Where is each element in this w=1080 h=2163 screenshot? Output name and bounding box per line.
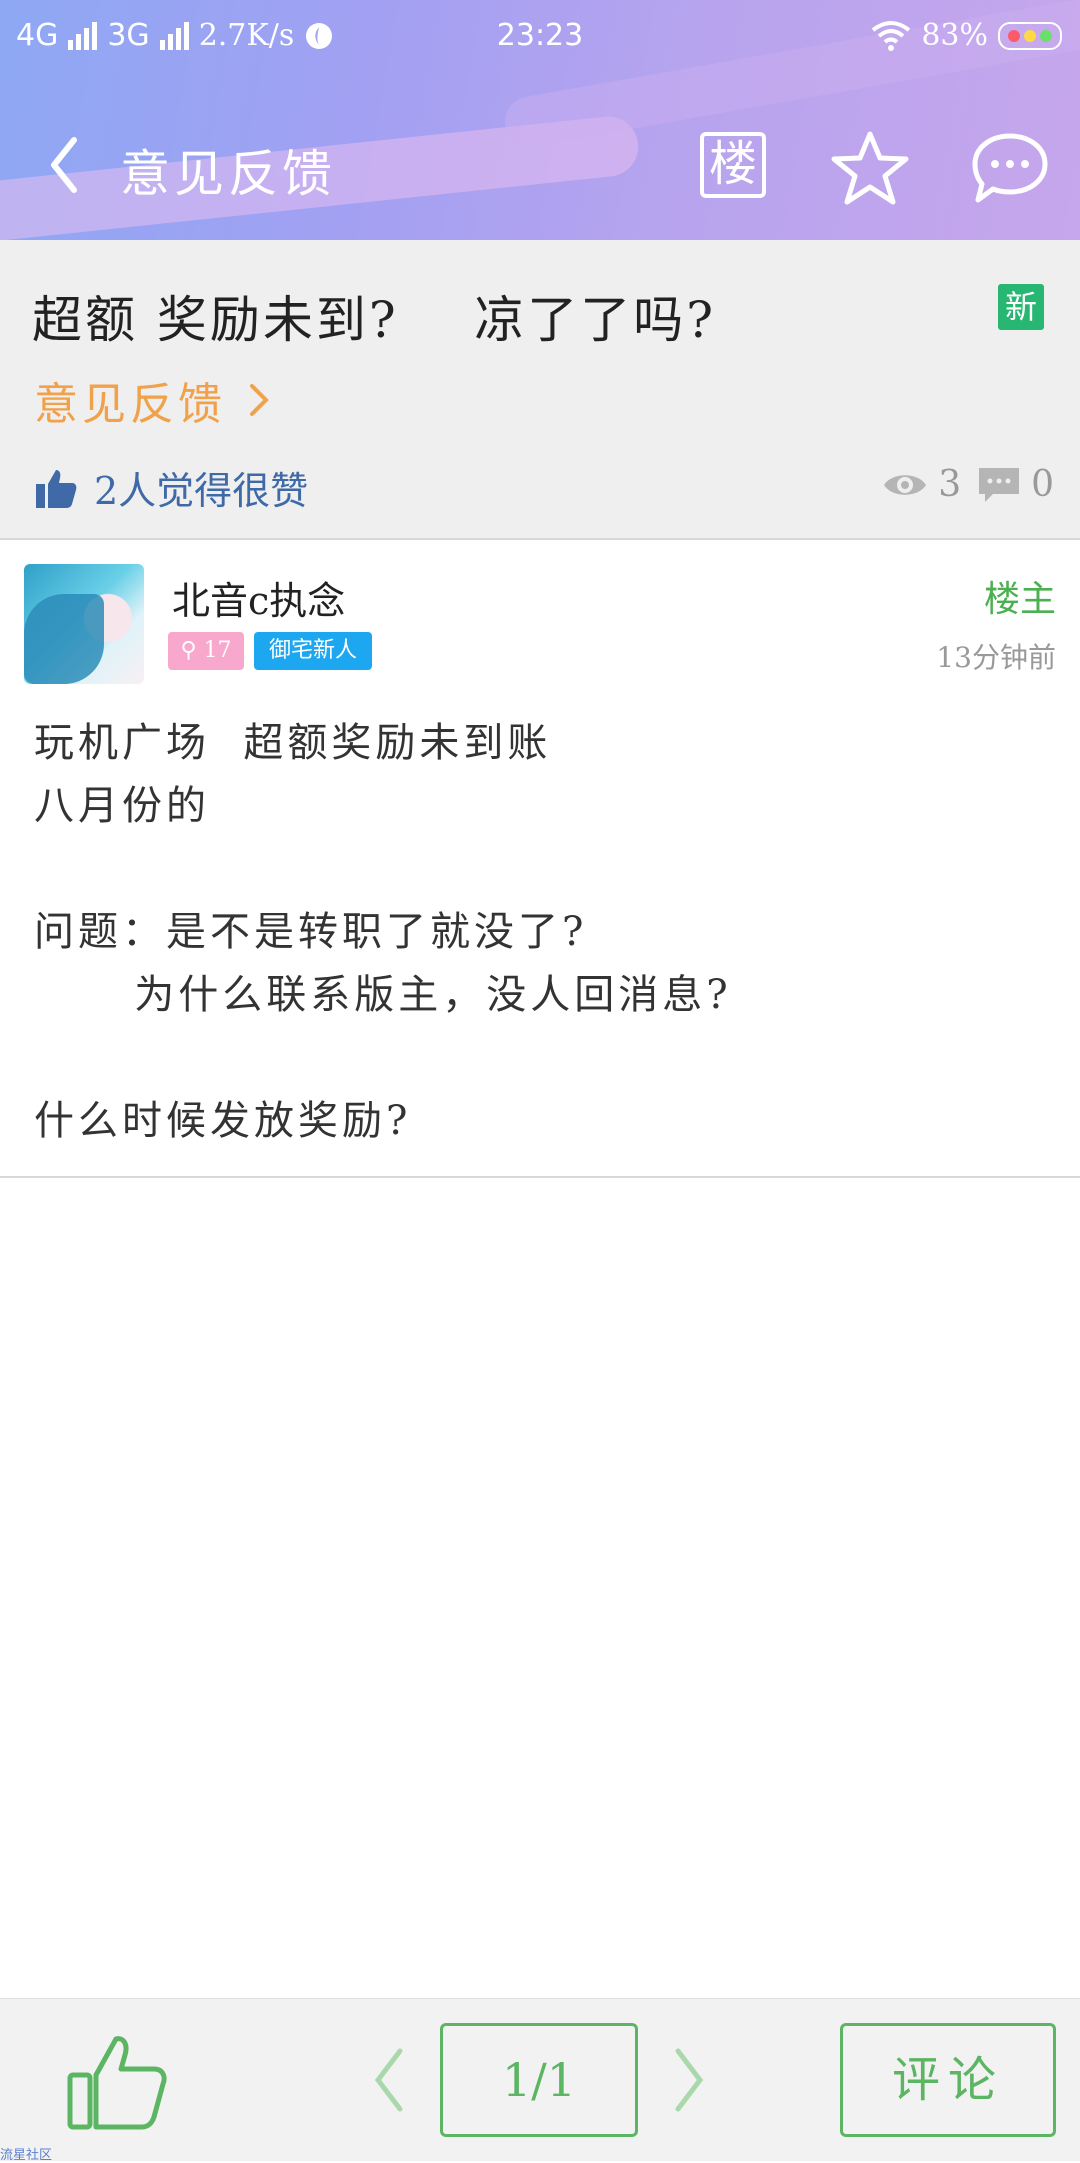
post-line: 玩机广场 超额奖励未到账	[34, 720, 552, 766]
watermark: 流星社区	[0, 2148, 53, 2163]
post-line	[34, 838, 732, 901]
likes-text: 2人觉得很赞	[94, 469, 309, 513]
floor-jump-icon[interactable]: 楼	[700, 132, 766, 198]
username[interactable]: 北音c执念	[172, 570, 345, 625]
chat-icon[interactable]	[970, 130, 1050, 206]
back-icon[interactable]	[40, 130, 90, 200]
thread-title: 超额 奖励未到? 凉了了吗?	[32, 291, 717, 349]
battery-percent: 83%	[921, 18, 988, 53]
prev-page-icon[interactable]	[370, 2045, 410, 2115]
chevron-right-icon	[250, 384, 269, 416]
thread-stats: 3 0	[882, 464, 1054, 505]
next-page-icon[interactable]	[668, 2045, 708, 2115]
page-title: 意见反馈	[120, 145, 336, 203]
comment-count: 0	[1031, 464, 1054, 505]
view-count: 3	[938, 464, 962, 505]
key-icon: ⚲	[180, 638, 197, 663]
thumbs-up-icon	[36, 469, 77, 508]
post-line: 问题：是不是转职了就没了?	[34, 909, 588, 955]
avatar[interactable]	[24, 564, 144, 684]
forum-label: 意见反馈	[34, 379, 226, 430]
bottom-bar: 1/1 评论	[0, 1998, 1080, 2161]
forum-link[interactable]: 意见反馈	[34, 368, 272, 432]
star-icon[interactable]	[830, 128, 910, 208]
new-badge: 新	[998, 284, 1044, 330]
like-button-icon[interactable]	[66, 2031, 170, 2131]
post-line	[34, 1027, 732, 1090]
post-content: 玩机广场 超额奖励未到账 八月份的 问题：是不是转职了就没了? 为什么联系版主，…	[34, 712, 732, 1153]
post-time: 13分钟前	[936, 641, 1056, 674]
op-label: 楼主	[983, 579, 1056, 620]
nav-bar: 意见反馈 楼	[0, 110, 1080, 230]
thread-info: 超额 奖励未到? 凉了了吗? 新 意见反馈 2人觉得很赞 3 0	[0, 240, 1080, 540]
header: 4G 3G 2.7K/s 23:23 83% 意见反馈 楼	[0, 0, 1080, 240]
status-bar: 4G 3G 2.7K/s 23:23 83%	[0, 0, 1080, 76]
comment-icon	[979, 467, 1020, 502]
post: 北音c执念 ⚲ 17 御宅新人 楼主 13分钟前 玩机广场 超额奖励未到账 八月…	[0, 540, 1080, 1178]
likes-summary: 2人觉得很赞	[34, 460, 308, 515]
wifi-icon	[872, 20, 911, 51]
comment-button[interactable]: 评论	[840, 2023, 1056, 2137]
level-value: 17	[203, 638, 232, 663]
post-line: 为什么联系版主，没人回消息?	[34, 972, 732, 1018]
post-line: 什么时候发放奖励?	[34, 1098, 412, 1144]
page-indicator[interactable]: 1/1	[440, 2023, 638, 2137]
user-title-badge: 御宅新人	[254, 632, 372, 670]
eye-icon	[884, 474, 927, 495]
level-badge: ⚲ 17	[168, 632, 244, 670]
post-line: 八月份的	[34, 783, 210, 829]
battery-icon	[998, 21, 1062, 50]
